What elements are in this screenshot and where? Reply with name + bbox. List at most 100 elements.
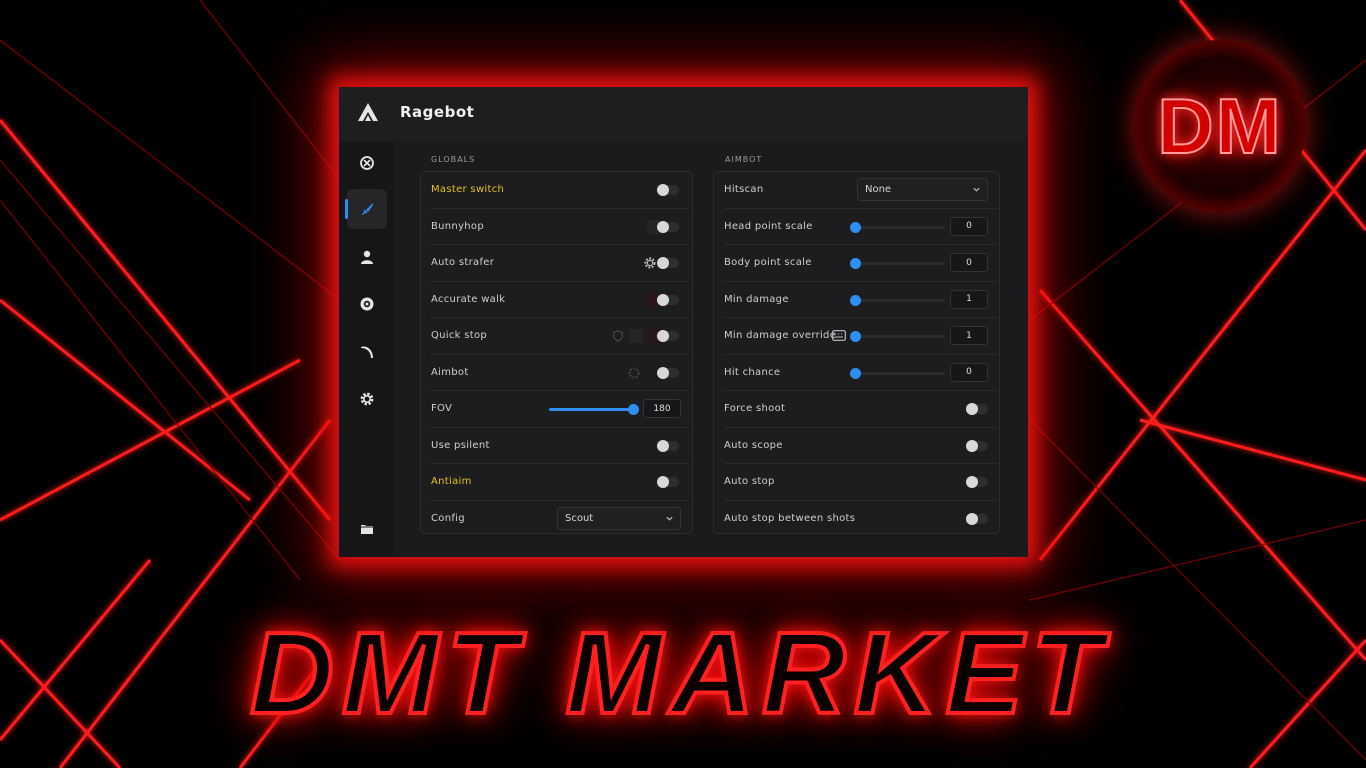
toggle-auto-stop[interactable] xyxy=(966,476,988,488)
row-use-psilent: Use psilent xyxy=(431,428,689,464)
label-config: Config xyxy=(431,512,465,524)
row-aimbot: Aimbot xyxy=(431,355,689,391)
row-head-point-scale: Head point scale 0 xyxy=(724,209,998,245)
page-title: Ragebot xyxy=(400,103,475,121)
folder-icon xyxy=(361,525,373,534)
auto-strafer-settings-icon[interactable] xyxy=(643,256,657,270)
config-select-value: Scout xyxy=(565,512,594,524)
fov-value-box[interactable]: 180 xyxy=(643,399,681,418)
panel-globals: Master switch Bunnyhop Auto strafer Accu… xyxy=(420,171,693,534)
label-antiaim: Antiaim xyxy=(431,476,472,487)
row-force-shoot: Force shoot xyxy=(724,391,998,428)
sidebar-item-skins[interactable] xyxy=(347,332,387,372)
keyboard-icon[interactable] xyxy=(832,330,846,341)
section-label-globals: GLOBALS xyxy=(431,155,476,164)
row-auto-strafer: Auto strafer xyxy=(431,245,689,282)
row-master-switch: Master switch xyxy=(431,172,689,209)
label-quick-stop: Quick stop xyxy=(431,330,488,341)
quick-stop-shield-icon[interactable] xyxy=(611,329,625,343)
toggle-auto-strafer[interactable] xyxy=(657,257,679,269)
row-min-damage: Min damage 1 xyxy=(724,282,998,318)
chevron-down-icon xyxy=(666,516,673,521)
label-use-psilent: Use psilent xyxy=(431,439,490,451)
toggle-accurate-walk[interactable] xyxy=(657,293,679,306)
slider-body-point-scale-knob[interactable] xyxy=(850,258,861,269)
row-quick-stop: Quick stop xyxy=(431,318,689,355)
slider-fov-fill xyxy=(549,408,633,411)
toggle-master-switch[interactable] xyxy=(657,184,679,196)
label-aimbot: Aimbot xyxy=(431,366,469,378)
label-min-damage: Min damage xyxy=(724,293,789,305)
slider-fov-knob[interactable] xyxy=(628,404,639,415)
min-damage-value-box[interactable]: 1 xyxy=(950,289,988,309)
body-point-scale-value-box[interactable]: 0 xyxy=(950,253,988,272)
label-bunnyhop: Bunnyhop xyxy=(431,220,484,232)
toggle-use-psilent[interactable] xyxy=(657,439,679,452)
label-auto-scope: Auto scope xyxy=(724,439,783,451)
label-force-shoot: Force shoot xyxy=(724,403,786,414)
scythe-icon xyxy=(361,346,373,358)
row-antiaim: Antiaim xyxy=(431,464,689,501)
row-config: Config Scout xyxy=(431,501,689,538)
hitscan-select-value: None xyxy=(865,184,892,195)
toggle-force-shoot[interactable] xyxy=(966,403,988,415)
user-icon xyxy=(361,250,373,264)
toggle-aimbot[interactable] xyxy=(657,366,679,379)
config-select[interactable]: Scout xyxy=(557,506,681,530)
row-body-point-scale: Body point scale 0 xyxy=(724,245,998,282)
slider-min-damage-override-knob[interactable] xyxy=(850,331,861,342)
slider-hit-chance[interactable] xyxy=(850,367,945,379)
label-fov: FOV xyxy=(431,403,453,414)
sidebar xyxy=(339,141,393,557)
keybind-quick-stop[interactable] xyxy=(629,329,643,343)
label-hit-chance: Hit chance xyxy=(724,366,781,378)
eye-icon xyxy=(360,297,374,311)
label-head-point-scale: Head point scale xyxy=(724,220,813,232)
row-hit-chance: Hit chance 0 xyxy=(724,355,998,391)
toggle-auto-stop-between-shots[interactable] xyxy=(966,512,988,525)
sidebar-item-configs[interactable] xyxy=(347,509,387,549)
toggle-bunnyhop[interactable] xyxy=(657,220,679,233)
label-auto-stop: Auto stop xyxy=(724,476,775,487)
toggle-auto-scope[interactable] xyxy=(966,439,988,452)
sidebar-item-crosshair[interactable] xyxy=(347,143,387,183)
row-fov: FOV 180 xyxy=(431,391,689,428)
section-label-aimbot: AIMBOT xyxy=(725,155,763,164)
slider-hit-chance-knob[interactable] xyxy=(850,367,861,379)
cheat-menu-window: Ragebot GLOBALS Master switch Bunnyhop A… xyxy=(339,87,1028,557)
label-hitscan: Hitscan xyxy=(724,184,764,195)
slider-fov[interactable] xyxy=(549,404,639,415)
slider-min-damage-knob[interactable] xyxy=(850,294,861,306)
row-hitscan: Hitscan None xyxy=(724,172,998,209)
row-min-damage-override: Min damage override 1 xyxy=(724,318,998,355)
toggle-quick-stop[interactable] xyxy=(657,330,679,342)
app-logo-icon xyxy=(358,103,378,121)
gear-icon xyxy=(360,392,374,406)
label-auto-stop-between-shots: Auto stop between shots xyxy=(724,512,856,524)
content-area: GLOBALS Master switch Bunnyhop Auto stra… xyxy=(393,141,1028,557)
slider-min-damage[interactable] xyxy=(850,294,945,306)
label-master-switch: Master switch xyxy=(431,184,505,195)
badge-text: DM xyxy=(1156,81,1283,171)
aimbot-settings-icon[interactable] xyxy=(627,366,641,380)
sidebar-item-settings[interactable] xyxy=(347,379,387,419)
slider-head-point-scale[interactable] xyxy=(850,221,945,233)
sidebar-item-ragebot[interactable] xyxy=(345,189,387,229)
slider-min-damage-override[interactable] xyxy=(850,331,945,342)
hit-chance-value-box[interactable]: 0 xyxy=(950,362,988,382)
head-point-scale-value-box[interactable]: 0 xyxy=(950,216,988,236)
sidebar-item-visuals[interactable] xyxy=(347,284,387,324)
min-damage-override-value-box[interactable]: 1 xyxy=(950,326,988,345)
chevron-down-icon xyxy=(973,187,980,192)
hitscan-select[interactable]: None xyxy=(857,178,988,201)
label-min-damage-override: Min damage override xyxy=(724,330,837,341)
slider-body-point-scale[interactable] xyxy=(850,258,945,269)
sidebar-item-player[interactable] xyxy=(347,237,387,277)
row-auto-stop-between-shots: Auto stop between shots xyxy=(724,501,998,538)
slider-head-point-scale-knob[interactable] xyxy=(850,221,861,233)
dm-logo-badge: DM xyxy=(1134,40,1306,212)
toggle-antiaim[interactable] xyxy=(657,476,679,488)
title-bar: Ragebot xyxy=(339,87,1028,141)
crosshair-icon xyxy=(360,156,374,170)
panel-aimbot: Hitscan None Head point scale 0 Body poi… xyxy=(713,171,1000,534)
